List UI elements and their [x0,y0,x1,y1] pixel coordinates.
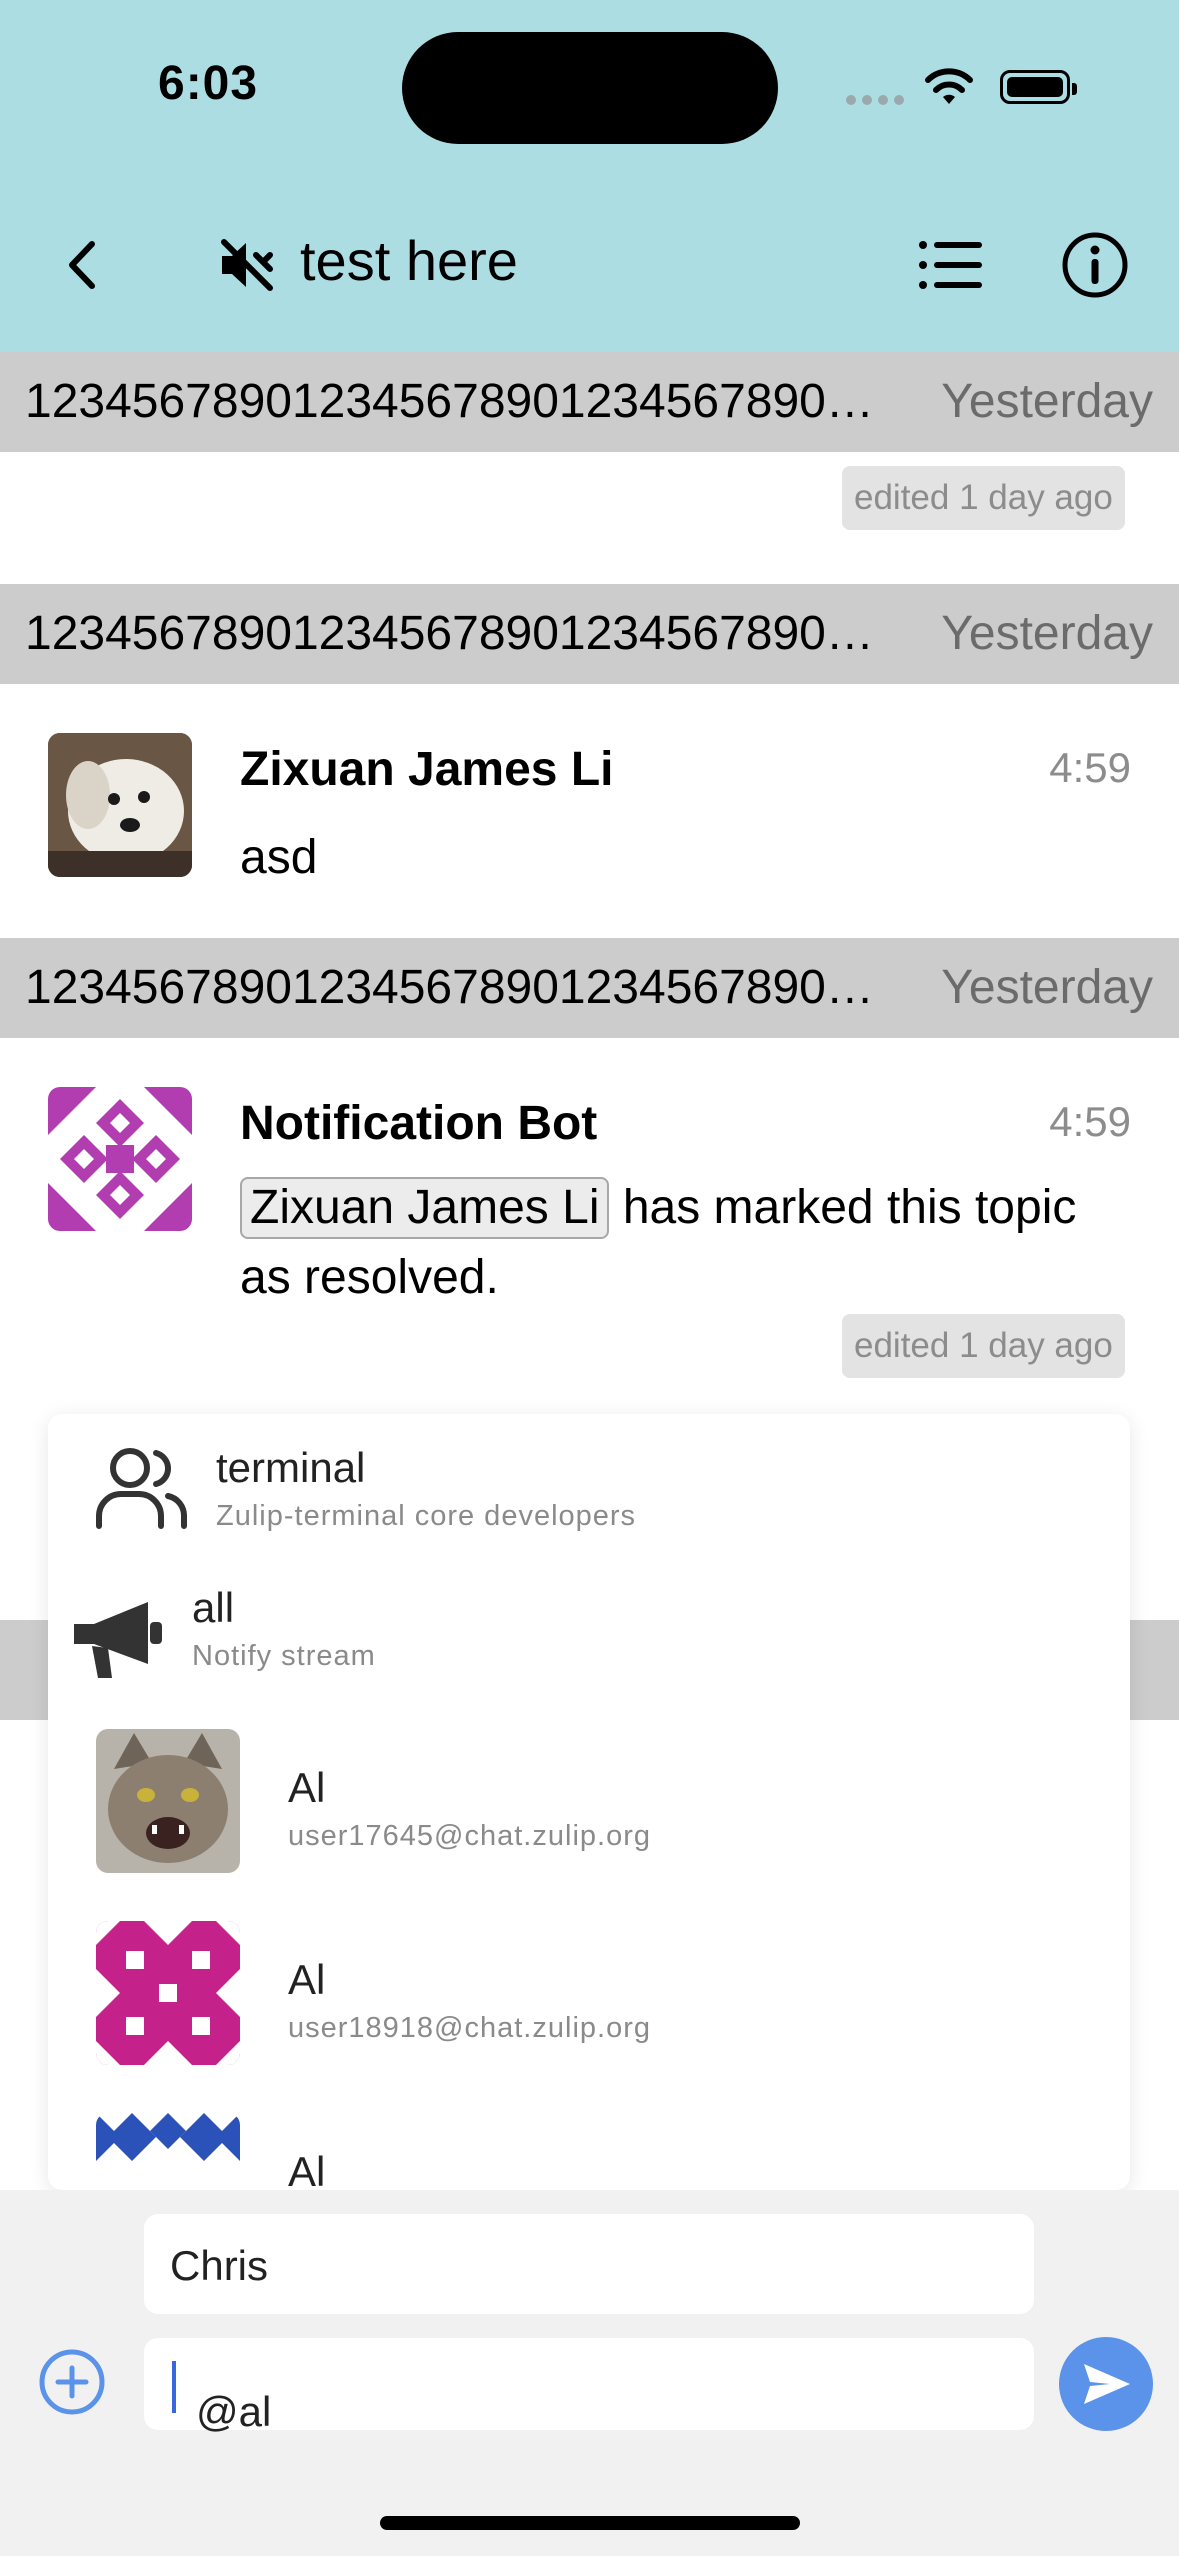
recipient-header[interactable]: 1234567890123456789012345678901234567890… [0,584,1179,684]
recipient-header[interactable]: 1234567890123456789012345678901234567890… [0,938,1179,1038]
autocomplete-item-user[interactable]: Al user18918@chat.zulip.org [48,1906,1130,2086]
topic-label: 1234567890123456789012345678901234567890… [25,961,875,1014]
autocomplete-title: Al [288,1956,326,2003]
add-attachment-button[interactable] [36,2346,108,2418]
identicon-avatar [96,1921,240,2065]
avatar[interactable] [48,733,192,877]
send-button[interactable] [1058,2336,1154,2432]
autocomplete-subtitle: user18918@chat.zulip.org [288,2012,651,2044]
compose-box: Chris @al [0,2190,1179,2556]
wifi-icon [925,68,973,104]
home-indicator [380,2516,800,2530]
recipient-header-partial [1130,1620,1179,1720]
autocomplete-title: all [192,1584,235,1631]
autocomplete-subtitle: Notify stream [192,1640,376,1672]
autocomplete-title: terminal [216,1444,366,1491]
message-input-value: @al [170,2360,271,2435]
autocomplete-subtitle: user17645@chat.zulip.org [288,1820,651,1852]
autocomplete-item-all[interactable]: all Notify stream [48,1554,1130,1694]
date-label: Yesterday [941,961,1153,1014]
message-time: 4:59 [1049,1098,1131,1145]
topic-list-button[interactable] [918,240,984,290]
info-button[interactable] [1060,230,1130,300]
topic-input[interactable]: Chris [144,2214,1034,2314]
battery-icon [1000,70,1077,104]
message-content: asd [240,831,318,884]
autocomplete-title: Al [288,2148,326,2190]
cellular-signal-icon [846,92,910,110]
sender-name[interactable]: Zixuan James Li [240,742,613,797]
topic-label: 1234567890123456789012345678901234567890… [25,607,875,660]
autocomplete-item-user[interactable]: Al user17645@chat.zulip.org [48,1714,1130,1894]
autocomplete-item-user[interactable]: Al [48,2098,1130,2190]
message-time: 4:59 [1049,744,1131,791]
megaphone-icon [74,1602,162,1678]
user-group-icon [96,1448,187,1529]
avatar[interactable] [48,1087,192,1231]
user-mention[interactable]: Zixuan James Li [240,1177,610,1239]
recipient-header[interactable]: 1234567890123456789012345678901234567890… [0,352,1179,452]
status-time: 6:03 [158,57,259,110]
muted-icon [221,239,273,291]
dynamic-island [402,32,778,144]
autocomplete-title: Al [288,1764,326,1811]
message-content: Zixuan James Li has marked this topic as… [240,1173,1140,1313]
autocomplete-item-terminal[interactable]: terminal Zulip-terminal core developers [48,1414,1130,1554]
text-caret [172,2360,176,2413]
cat-avatar [96,1729,240,1873]
message-input[interactable]: @al [144,2338,1034,2435]
topic-label: 1234567890123456789012345678901234567890… [25,375,875,428]
date-label: Yesterday [941,375,1153,428]
autocomplete-subtitle: Zulip-terminal core developers [216,1500,637,1532]
edited-badge: edited 1 day ago [842,1314,1125,1378]
date-label: Yesterday [941,607,1153,660]
sender-name[interactable]: Notification Bot [240,1096,597,1151]
identicon-avatar [96,2113,240,2190]
autocomplete-popup: terminal Zulip-terminal core developers … [48,1414,1130,2190]
edited-badge: edited 1 day ago [842,466,1125,530]
app-bar: 6:03 test here [0,0,1179,352]
channel-title[interactable]: test here [300,228,518,293]
topic-input-value: Chris [170,2242,269,2289]
back-button[interactable] [62,238,102,292]
